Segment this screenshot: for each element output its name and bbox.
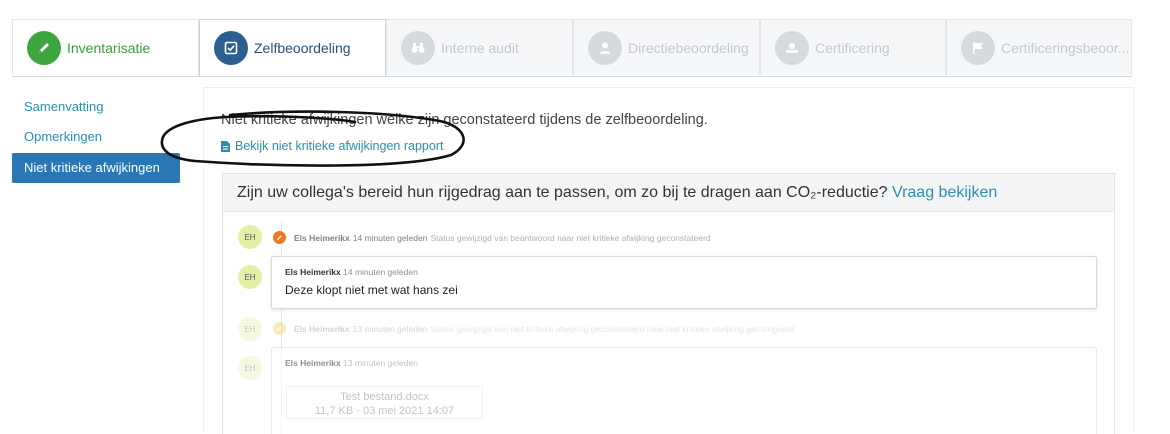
user-icon <box>588 30 622 65</box>
status-change-entry: Els Heimerikx 14 minuten geleden Status … <box>261 231 711 244</box>
step-label: Zelfbeoordeling <box>254 40 351 56</box>
timestamp: 13 minuten geleden <box>352 323 428 334</box>
file-name: Test bestand.docx <box>340 391 429 403</box>
intro-text: Niet kritieke afwijkingen welke zijn gec… <box>221 112 708 128</box>
step-label: Certificeringsbeoor... <box>1001 39 1130 56</box>
status-message: Status gewijzigd van niet kritieke afwij… <box>430 323 795 334</box>
report-link[interactable]: Bekijk niet kritieke afwijkingen rapport <box>221 139 443 153</box>
step-zelfbeoordeling[interactable]: Zelfbeoordeling <box>199 19 386 76</box>
main-panel: Niet kritieke afwijkingen welke zijn gec… <box>203 87 1134 434</box>
step-inventarisatie[interactable]: Inventarisatie <box>12 19 199 75</box>
author-name: Els Heimerikx <box>294 323 350 334</box>
binoculars-icon <box>401 30 435 65</box>
timestamp: 13 minuten geleden <box>343 358 418 368</box>
status-change-entry: Els Heimerikx 13 minuten geleden Status … <box>261 322 794 335</box>
comment-card: Els Heimerikx 14 minuten geleden Deze kl… <box>271 256 1097 309</box>
file-info: 11,7 KB · 03 mei 2021 14:07 <box>314 405 455 417</box>
question-text: Zijn uw collega's bereid hun rijgedrag a… <box>237 184 888 201</box>
avatar: EH <box>238 265 262 289</box>
sidebar-nav: Samenvatting Opmerkingen Niet kritieke a… <box>12 92 180 183</box>
step-label: Certificering <box>815 39 890 56</box>
flag-icon <box>961 30 995 65</box>
author-name: Els Heimerikx <box>285 267 341 277</box>
report-link-label: Bekijk niet kritieke afwijkingen rapport <box>235 139 444 153</box>
view-question-link[interactable]: Vraag bekijken <box>892 184 997 201</box>
process-steps: Inventarisatie Zelfbeoordeling Interne a… <box>12 19 1132 77</box>
avatar: EH <box>238 225 262 249</box>
timestamp: 14 minuten geleden <box>352 232 428 243</box>
file-comment-card: Els Heimerikx 13 minuten geleden Test be… <box>271 347 1097 434</box>
step-label: Interne audit <box>441 39 519 56</box>
file-attachment[interactable]: Test bestand.docx 11,7 KB · 03 mei 2021 … <box>286 386 483 419</box>
comment-meta: Els Heimerikx 13 minuten geleden <box>285 358 1096 368</box>
step-directiebeoordeling[interactable]: Directiebeoordeling <box>573 19 760 75</box>
step-certificering[interactable]: Certificering <box>760 19 946 75</box>
comment-text: Deze klopt niet met wat hans zei <box>285 283 458 297</box>
sidebar-item-niet-kritieke-afwijkingen[interactable]: Niet kritieke afwijkingen <box>12 153 180 183</box>
timestamp: 14 minuten geleden <box>343 267 418 277</box>
pencil-icon <box>27 30 61 65</box>
question-header: Zijn uw collega's bereid hun rijgedrag a… <box>223 174 1114 212</box>
sidebar-item-opmerkingen[interactable]: Opmerkingen <box>12 122 180 152</box>
pencil-icon <box>273 231 286 244</box>
checkbox-icon <box>214 31 248 65</box>
avatar: EH <box>238 356 262 380</box>
step-interne-audit[interactable]: Interne audit <box>386 19 573 75</box>
check-icon <box>273 322 286 335</box>
step-label: Directiebeoordeling <box>628 39 749 56</box>
author-name: Els Heimerikx <box>285 358 341 368</box>
sidebar-item-samenvatting[interactable]: Samenvatting <box>12 92 180 122</box>
status-message: Status gewijzigd van beantwoord naar nie… <box>430 232 711 243</box>
document-icon <box>221 140 230 152</box>
avatar: EH <box>238 317 262 341</box>
comment-meta: Els Heimerikx 14 minuten geleden <box>285 267 1096 277</box>
certificate-icon <box>775 30 809 65</box>
question-panel: Zijn uw collega's bereid hun rijgedrag a… <box>222 173 1115 434</box>
step-certificeringsbeoordeling[interactable]: Certificeringsbeoor... <box>946 19 1132 75</box>
step-label: Inventarisatie <box>67 39 151 56</box>
author-name: Els Heimerikx <box>294 232 350 243</box>
